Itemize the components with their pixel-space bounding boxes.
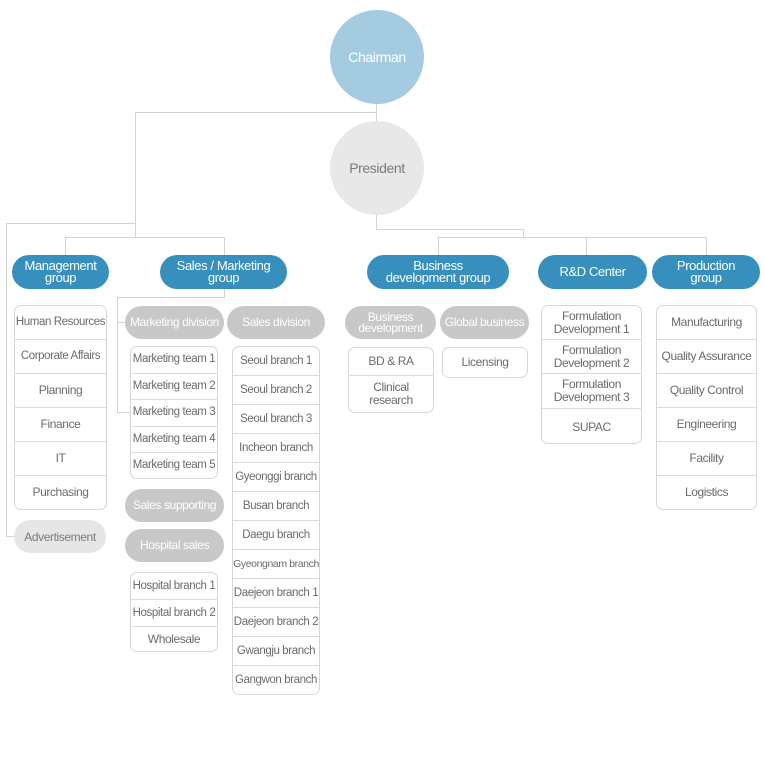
business-dev-group-label: Business development group	[385, 258, 491, 285]
connector-line	[6, 223, 136, 224]
list-item[interactable]: Wholesale	[131, 627, 217, 651]
list-item[interactable]: Corporate Affairs	[15, 340, 106, 374]
rnd-center-label: R&D Center	[559, 264, 626, 279]
list-item[interactable]: Formulation Development 2	[542, 340, 641, 374]
connector-line	[117, 297, 118, 413]
list-item[interactable]: Marketing team 2	[131, 374, 217, 400]
list-item[interactable]: Busan branch	[233, 492, 319, 521]
marketing-division-node[interactable]: Marketing division	[125, 306, 224, 339]
list-item[interactable]: Facility	[657, 442, 756, 476]
list-item[interactable]: Formulation Development 1	[542, 306, 641, 340]
advertisement-label: Advertisement	[24, 529, 96, 544]
hospital-sales-list: Hospital branch 1 Hospital branch 2 Whol…	[130, 572, 218, 652]
hospital-sales-label: Hospital sales	[139, 538, 210, 552]
list-item[interactable]: Quality Control	[657, 374, 756, 408]
connector-line	[376, 229, 524, 230]
sales-branches-list: Seoul branch 1 Seoul branch 2 Seoul bran…	[232, 346, 320, 695]
rnd-center-node[interactable]: R&D Center	[538, 255, 647, 289]
rnd-list: Formulation Development 1 Formulation De…	[541, 305, 642, 444]
hospital-sales-node[interactable]: Hospital sales	[125, 529, 224, 562]
list-item[interactable]: Planning	[15, 374, 106, 408]
list-item[interactable]: Purchasing	[15, 476, 106, 509]
connector-line	[6, 223, 7, 536]
connector-line	[65, 237, 225, 238]
list-item[interactable]: Gyeongnam branch	[233, 550, 319, 579]
list-item[interactable]: Gyeonggi branch	[233, 463, 319, 492]
production-group-node[interactable]: Production group	[652, 255, 760, 289]
list-item[interactable]: Daegu branch	[233, 521, 319, 550]
list-item[interactable]: Gwangju branch	[233, 637, 319, 666]
global-business-node[interactable]: Global business	[440, 306, 529, 339]
sales-marketing-group-node[interactable]: Sales / Marketing group	[160, 255, 287, 289]
list-item[interactable]: Seoul branch 3	[233, 405, 319, 434]
list-item[interactable]: Formulation Development 3	[542, 374, 641, 409]
list-item[interactable]: Hospital branch 1	[131, 573, 217, 600]
connector-line	[438, 237, 707, 238]
list-item[interactable]: Engineering	[657, 408, 756, 442]
sales-division-node[interactable]: Sales division	[227, 306, 325, 339]
list-item[interactable]: Manufacturing	[657, 306, 756, 340]
connector-line	[135, 112, 136, 237]
connector-line	[135, 112, 377, 113]
connector-line	[117, 297, 225, 298]
global-business-label: Global business	[444, 315, 525, 329]
list-item[interactable]: Marketing team 5	[131, 453, 217, 478]
management-list: Human Resources Corporate Affairs Planni…	[14, 305, 107, 510]
production-group-label: Production group	[676, 258, 736, 285]
chairman-label: Chairman	[348, 49, 406, 65]
sales-marketing-group-label: Sales / Marketing group	[176, 258, 271, 285]
connector-line	[65, 237, 66, 257]
connector-line	[117, 412, 131, 413]
advertisement-node[interactable]: Advertisement	[14, 520, 106, 553]
chairman-node[interactable]: Chairman	[330, 10, 424, 104]
business-development-node[interactable]: Business development	[345, 306, 436, 339]
list-item[interactable]: Hospital branch 2	[131, 600, 217, 627]
list-item[interactable]: Clinical research	[349, 376, 433, 412]
list-item[interactable]: Seoul branch 2	[233, 376, 319, 405]
list-item[interactable]: Quality Assurance	[657, 340, 756, 374]
marketing-division-label: Marketing division	[130, 315, 219, 329]
list-item[interactable]: Marketing team 3	[131, 400, 217, 427]
list-item[interactable]: SUPAC	[542, 409, 641, 443]
list-item[interactable]: BD & RA	[349, 348, 433, 376]
list-item[interactable]: Incheon branch	[233, 434, 319, 463]
list-item[interactable]: Finance	[15, 408, 106, 442]
list-item[interactable]: Seoul branch 1	[233, 347, 319, 376]
marketing-teams-list: Marketing team 1 Marketing team 2 Market…	[130, 346, 218, 479]
sales-division-label: Sales division	[242, 315, 310, 329]
list-item[interactable]: Daejeon branch 1	[233, 579, 319, 608]
connector-line	[438, 237, 439, 257]
connector-line	[706, 237, 707, 257]
list-item[interactable]: Licensing	[443, 348, 527, 377]
management-group-label: Management group	[24, 258, 97, 285]
list-item[interactable]: Human Resources	[15, 306, 106, 340]
list-item[interactable]: Logistics	[657, 476, 756, 509]
global-business-list: Licensing	[442, 347, 528, 378]
production-list: Manufacturing Quality Assurance Quality …	[656, 305, 757, 510]
president-label: President	[349, 160, 405, 176]
business-development-label: Business development	[358, 309, 423, 335]
list-item[interactable]: Marketing team 1	[131, 347, 217, 374]
list-item[interactable]: Gangwon branch	[233, 666, 319, 694]
list-item[interactable]: Marketing team 4	[131, 427, 217, 453]
business-development-list: BD & RA Clinical research	[348, 347, 434, 413]
sales-supporting-node[interactable]: Sales supporting	[125, 489, 224, 522]
connector-line	[586, 237, 587, 257]
sales-supporting-label: Sales supporting	[133, 498, 216, 512]
list-item[interactable]: Daejeon branch 2	[233, 608, 319, 637]
president-node[interactable]: President	[330, 121, 424, 215]
business-dev-group-node[interactable]: Business development group	[367, 255, 509, 289]
management-group-node[interactable]: Management group	[12, 255, 109, 289]
list-item[interactable]: IT	[15, 442, 106, 476]
